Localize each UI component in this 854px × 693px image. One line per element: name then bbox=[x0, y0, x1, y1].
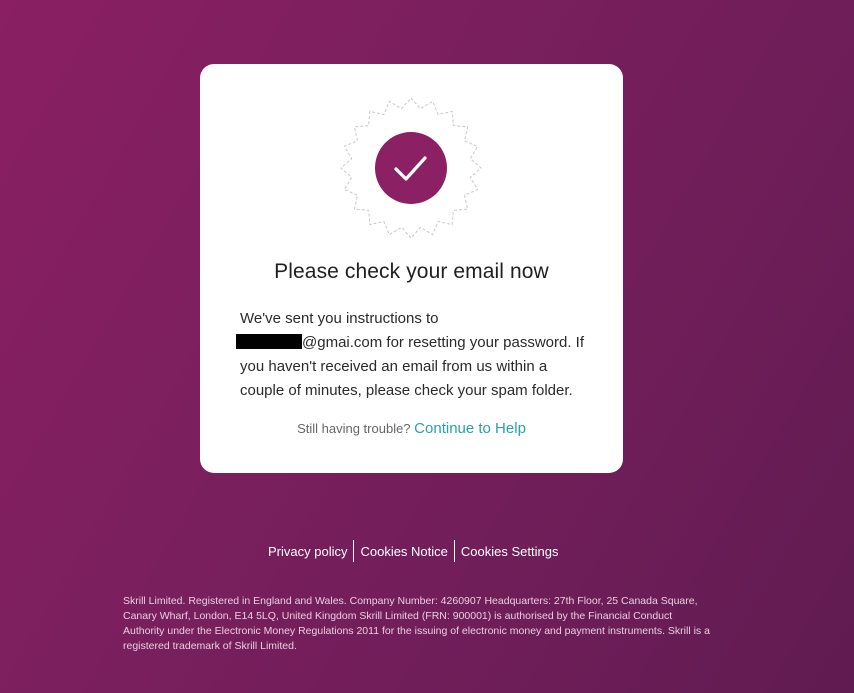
footer-divider bbox=[453, 540, 455, 562]
message-line1: We've sent you instructions to bbox=[240, 310, 439, 327]
footer-divider bbox=[353, 540, 355, 562]
check-circle bbox=[375, 132, 447, 204]
help-prefix: Still having trouble? bbox=[297, 421, 411, 436]
help-row: Still having trouble? Continue to Help bbox=[200, 420, 623, 437]
footer-links: Privacy policy Cookies Notice Cookies Se… bbox=[268, 540, 558, 562]
privacy-policy-link[interactable]: Privacy policy bbox=[268, 544, 347, 559]
cookies-settings-link[interactable]: Cookies Settings bbox=[461, 544, 559, 559]
confirmation-card: Please check your email now We've sent y… bbox=[200, 64, 623, 473]
continue-to-help-link[interactable]: Continue to Help bbox=[414, 420, 526, 437]
cookies-notice-link[interactable]: Cookies Notice bbox=[360, 544, 447, 559]
redacted-email-user bbox=[236, 334, 302, 349]
page-title: Please check your email now bbox=[274, 260, 549, 283]
instructions-message: We've sent you instructions to @gmai.com… bbox=[236, 307, 592, 403]
success-badge bbox=[336, 97, 486, 239]
legal-notice: Skrill Limited. Registered in England an… bbox=[123, 595, 710, 652]
